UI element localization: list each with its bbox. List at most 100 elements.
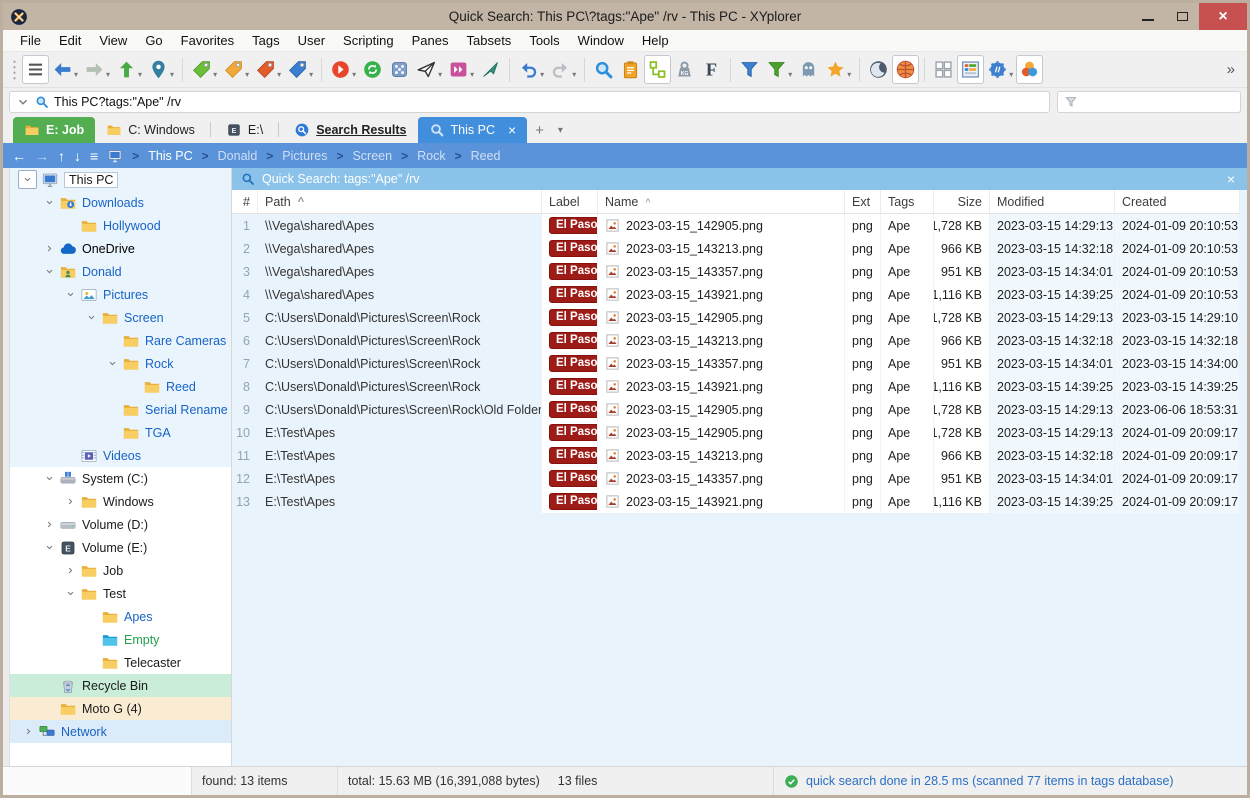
chev-down-icon[interactable] [44,473,55,484]
file-row[interactable]: 3\\Vega\shared\ApesEl Paso2023-03-15_143… [232,260,1240,283]
tree-item-donald[interactable]: Donald [10,260,231,283]
column-header-path[interactable]: Path^ [258,190,542,213]
dropdown-arrow-icon[interactable]: ▾ [277,70,281,83]
tree-item-system-c[interactable]: System (C:) [10,467,231,490]
tree-item-recycle-bin[interactable]: Recycle Bin [10,674,231,697]
breadcrumb-up-icon[interactable]: ↑ [58,148,65,164]
tag-green-button[interactable]: ▾ [188,55,220,84]
refresh-red-button[interactable]: ▾ [327,55,359,84]
address-input[interactable] [54,95,1043,109]
back-button[interactable]: ▾ [49,55,81,84]
menu-user[interactable]: User [289,33,334,48]
tree-item-apes[interactable]: Apes [10,605,231,628]
column-header-size[interactable]: Size [934,190,990,213]
badge-button[interactable]: ▾ [984,55,1016,84]
chevron-right-icon[interactable] [60,496,80,507]
tree-item-rare-cameras[interactable]: Rare Cameras [10,329,231,352]
tree-item-volume-d[interactable]: Volume (D:) [10,513,231,536]
funnel-green-button[interactable]: ▾ [763,55,795,84]
chev-down-icon[interactable] [44,266,55,277]
column-header-ext[interactable]: Ext [845,190,881,213]
chev-right-icon[interactable] [44,519,55,530]
tree-item-downloads[interactable]: Downloads [10,191,231,214]
minimize-button[interactable] [1131,3,1165,30]
file-row[interactable]: 5C:\Users\Donald\Pictures\Screen\RockEl … [232,306,1240,329]
chev-down-icon[interactable] [22,174,33,185]
breadcrumb-forward-icon[interactable]: → [35,148,49,164]
menu-tabsets[interactable]: Tabsets [458,33,521,48]
chevron-down-icon[interactable] [60,588,80,599]
tree-item-onedrive[interactable]: OneDrive [10,237,231,260]
chevron-down-icon[interactable] [39,197,59,208]
tree-item-network[interactable]: Network [10,720,231,743]
menu-edit[interactable]: Edit [50,33,90,48]
sync-green-button[interactable] [359,55,386,84]
chev-right-icon[interactable] [44,243,55,254]
tag-blue-button[interactable]: ▾ [284,55,316,84]
cell-name[interactable]: 2023-03-15_143357.png [598,352,845,375]
menu-button[interactable] [22,55,49,84]
file-row[interactable]: 9C:\Users\Donald\Pictures\Screen\Rock\Ol… [232,398,1240,421]
chevron-down-icon[interactable] [39,542,59,553]
chevron-right-icon[interactable] [18,726,38,737]
cell-name[interactable]: 2023-03-15_142905.png [598,398,845,421]
dropdown-arrow-icon[interactable]: ▾ [1009,70,1013,83]
tree-item-rock[interactable]: Rock [10,352,231,375]
cell-name[interactable]: 2023-03-15_142905.png [598,306,845,329]
cell-name[interactable]: 2023-03-15_143357.png [598,467,845,490]
menu-favorites[interactable]: Favorites [172,33,243,48]
breadcrumb-back-icon[interactable]: ← [12,148,26,164]
chev-right-icon[interactable] [65,565,76,576]
chevron-right-icon[interactable] [39,243,59,254]
dropdown-arrow-icon[interactable]: ▾ [540,70,544,83]
tree-item-tga[interactable]: TGA [10,421,231,444]
cell-name[interactable]: 2023-03-15_142905.png [598,214,845,237]
toolbar-grip[interactable] [11,59,18,81]
chevron-down-icon[interactable] [16,95,30,109]
tree-item-reed[interactable]: Reed [10,375,231,398]
star-button[interactable]: ▾ [822,55,854,84]
plane-button[interactable]: ▾ [413,55,445,84]
menu-help[interactable]: Help [633,33,678,48]
cell-name[interactable]: 2023-03-15_143213.png [598,329,845,352]
tab-c-windows[interactable]: C: Windows [95,117,206,143]
chevron-down-icon[interactable] [81,312,101,323]
dropdown-arrow-icon[interactable]: ▾ [74,70,78,83]
menu-scripting[interactable]: Scripting [334,33,403,48]
chev-down-icon[interactable] [65,289,76,300]
tag-red-button[interactable]: ▾ [252,55,284,84]
file-row[interactable]: 10E:\Test\ApesEl Paso2023-03-15_142905.p… [232,421,1240,444]
dropdown-arrow-icon[interactable]: ▾ [572,70,576,83]
tab-this-pc[interactable]: This PC× [418,117,528,143]
tree-item-this-pc[interactable]: This PC [10,168,231,191]
toolbar-overflow-button[interactable]: » [1219,61,1243,78]
crumb-reed[interactable]: Reed [471,149,501,163]
tree-item-pictures[interactable]: Pictures [10,283,231,306]
cell-name[interactable]: 2023-03-15_142905.png [598,421,845,444]
cell-name[interactable]: 2023-03-15_143357.png [598,260,845,283]
visual-filter-box[interactable] [1057,91,1241,113]
menu-file[interactable]: File [11,33,50,48]
tag-orange-button[interactable]: ▾ [220,55,252,84]
dropdown-arrow-icon[interactable]: ▾ [245,70,249,83]
chevron-down-icon[interactable] [39,473,59,484]
chev-down-icon[interactable] [44,197,55,208]
goto-button[interactable] [477,55,504,84]
file-row[interactable]: 8C:\Users\Donald\Pictures\Screen\RockEl … [232,375,1240,398]
cell-name[interactable]: 2023-03-15_143921.png [598,490,845,513]
minitree-button[interactable] [644,55,671,84]
funnel-blue-button[interactable] [736,55,763,84]
tab-e[interactable]: EE:\ [215,117,274,143]
dropdown-arrow-icon[interactable]: ▾ [213,70,217,83]
file-row[interactable]: 4\\Vega\shared\ApesEl Paso2023-03-15_143… [232,283,1240,306]
search-button[interactable] [590,55,617,84]
file-row[interactable]: 12E:\Test\ApesEl Paso2023-03-15_143357.p… [232,467,1240,490]
cell-name[interactable]: 2023-03-15_143921.png [598,283,845,306]
chev-down-icon[interactable] [86,312,97,323]
close-button[interactable]: × [1199,3,1247,30]
chev-down-icon[interactable] [44,542,55,553]
tree-item-volume-e[interactable]: EVolume (E:) [10,536,231,559]
undo-button[interactable]: ▾ [515,55,547,84]
dropdown-arrow-icon[interactable]: ▾ [106,70,110,83]
breadcrumb-down-icon[interactable]: ↓ [74,148,81,164]
